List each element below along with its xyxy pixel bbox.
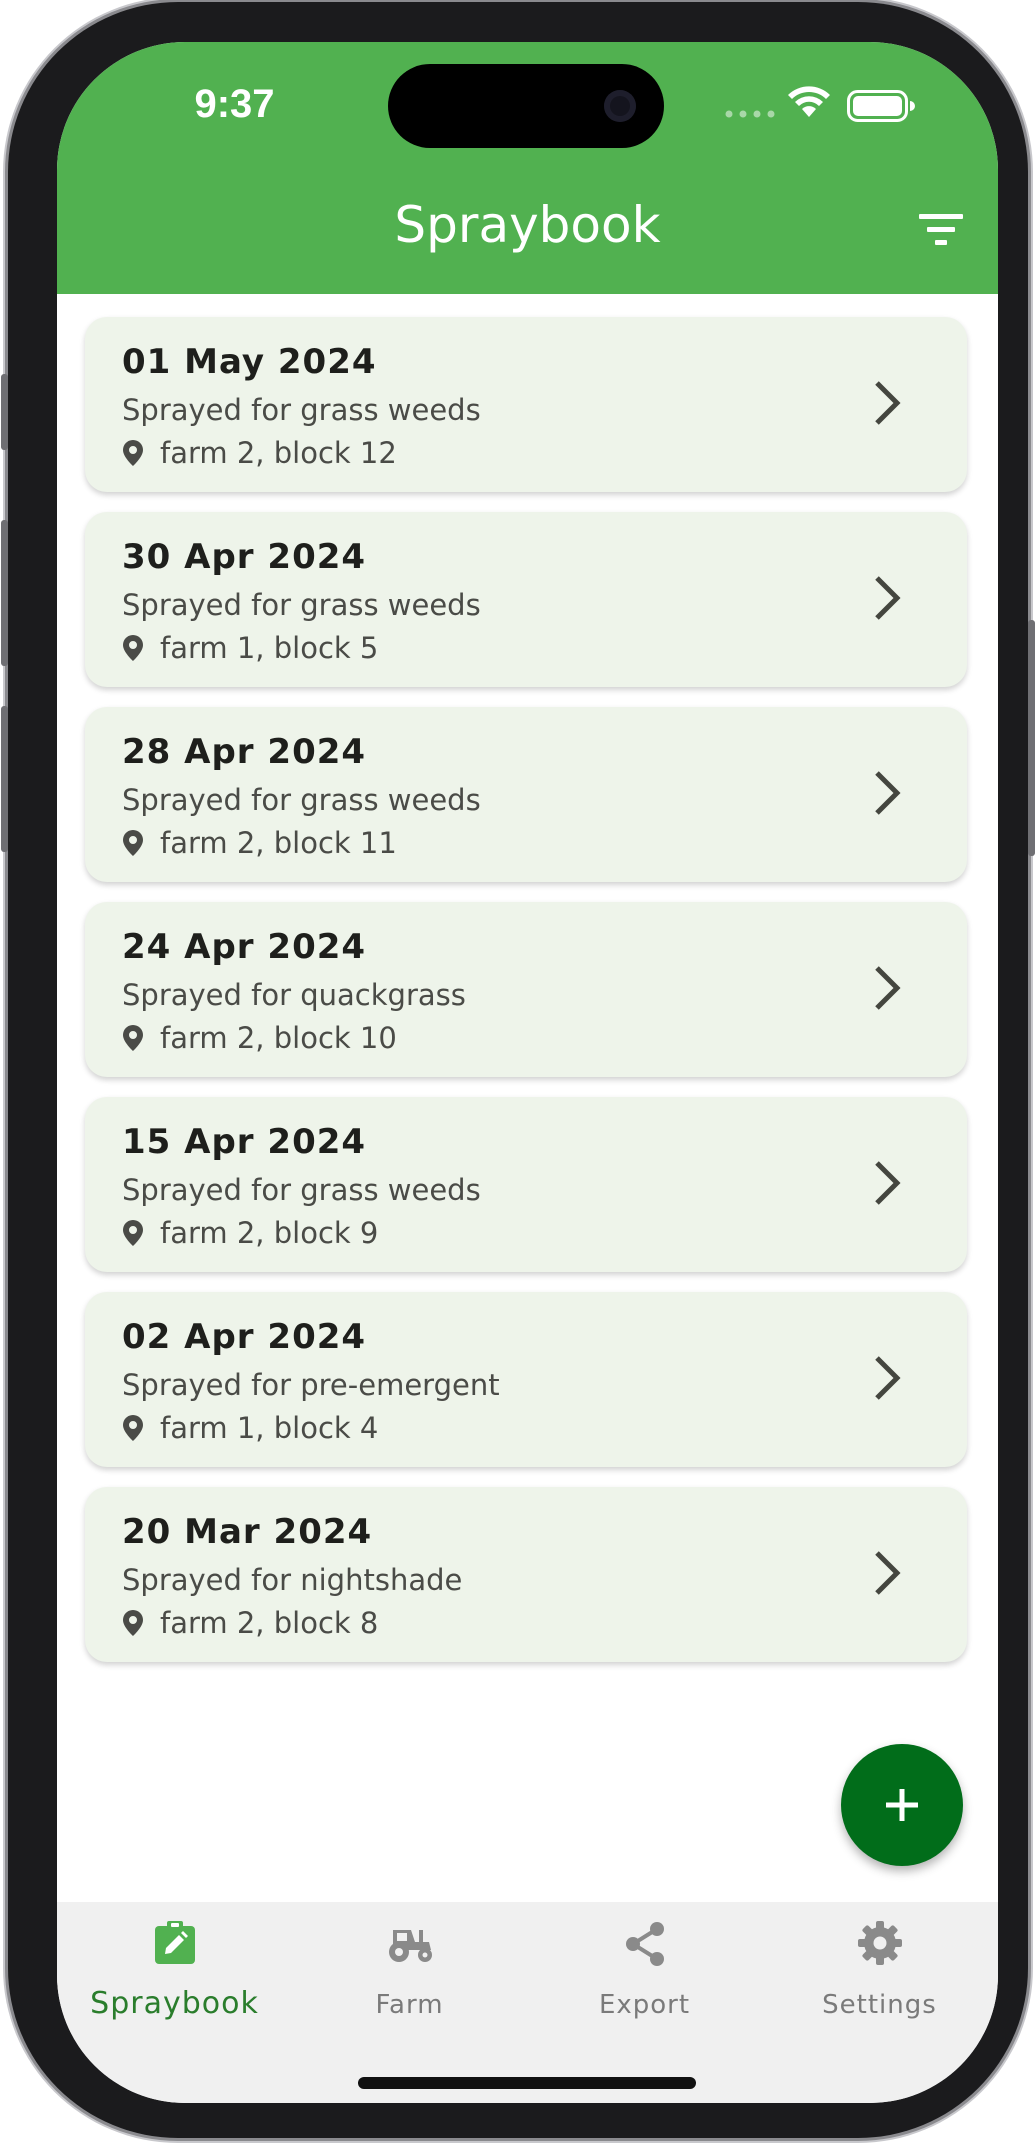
record-date: 20 Mar 2024 (122, 1512, 373, 1552)
nav-label: Export (598, 1990, 691, 2020)
location-pin-icon (123, 830, 143, 856)
nav-label: Farm (375, 1990, 444, 2020)
chevron-right-icon (875, 381, 901, 425)
volume-up-button (1, 520, 8, 666)
page-title: Spraybook (394, 196, 661, 254)
record-description: Sprayed for grass weeds (122, 393, 481, 427)
location-pin-icon (123, 1220, 143, 1246)
record-description: Sprayed for pre-emergent (122, 1368, 500, 1402)
action-button (1, 374, 8, 450)
record-location: farm 1, block 5 (122, 631, 378, 665)
record-location: farm 2, block 9 (122, 1216, 378, 1250)
nav-item-settings[interactable]: Settings (762, 1902, 997, 2042)
record-location-text: farm 2, block 10 (160, 1021, 397, 1055)
record-location-text: farm 1, block 5 (160, 631, 379, 665)
location-pin-icon (123, 1025, 143, 1051)
clipboard-edit-icon (154, 1921, 195, 1964)
record-location-text: farm 2, block 8 (160, 1606, 379, 1640)
spray-record-card[interactable]: 30 Apr 2024 Sprayed for grass weeds farm… (85, 512, 967, 687)
record-location: farm 1, block 4 (122, 1411, 378, 1445)
nav-label: Settings (822, 1990, 937, 2020)
tractor-icon (388, 1930, 432, 1962)
location-pin-icon (123, 440, 143, 466)
nav-item-export[interactable]: Export (527, 1902, 762, 2042)
location-pin-icon (123, 635, 143, 661)
spray-record-card[interactable]: 20 Mar 2024 Sprayed for nightshade farm … (85, 1487, 967, 1662)
chevron-right-icon (875, 1356, 901, 1400)
record-date: 24 Apr 2024 (122, 927, 367, 967)
record-location-text: farm 2, block 9 (160, 1216, 379, 1250)
spray-record-card[interactable]: 24 Apr 2024 Sprayed for quackgrass farm … (85, 902, 967, 1077)
record-date: 30 Apr 2024 (122, 537, 367, 577)
bottom-navigation: Spraybook Farm Export Settings (57, 1902, 998, 2103)
cellular-signal-icon (725, 110, 775, 118)
record-location-text: farm 2, block 11 (160, 826, 397, 860)
chevron-right-icon (875, 1161, 901, 1205)
spray-record-card[interactable]: 01 May 2024 Sprayed for grass weeds farm… (85, 317, 967, 492)
app-header: 9:37 Spraybook (57, 42, 998, 294)
camera-icon (604, 90, 636, 122)
spray-record-card[interactable]: 15 Apr 2024 Sprayed for grass weeds farm… (85, 1097, 967, 1272)
battery-icon (847, 90, 915, 122)
dynamic-island (388, 64, 664, 148)
chevron-right-icon (875, 576, 901, 620)
record-description: Sprayed for nightshade (122, 1563, 463, 1597)
record-location-text: farm 2, block 12 (160, 436, 397, 470)
spray-record-card[interactable]: 02 Apr 2024 Sprayed for pre-emergent far… (85, 1292, 967, 1467)
location-pin-icon (123, 1415, 143, 1441)
record-location-text: farm 1, block 4 (160, 1411, 379, 1445)
record-location: farm 2, block 8 (122, 1606, 378, 1640)
volume-down-button (1, 706, 8, 852)
gear-icon (857, 1921, 902, 1965)
power-button (1028, 620, 1035, 856)
record-location: farm 2, block 12 (122, 436, 397, 470)
chevron-right-icon (875, 771, 901, 815)
record-location: farm 2, block 11 (122, 826, 397, 860)
spray-record-card[interactable]: 28 Apr 2024 Sprayed for grass weeds farm… (85, 707, 967, 882)
filter-icon[interactable] (917, 210, 965, 250)
wifi-icon (788, 86, 830, 117)
record-location: farm 2, block 10 (122, 1021, 397, 1055)
plus-icon (886, 1789, 918, 1821)
home-indicator[interactable] (358, 2077, 696, 2089)
location-pin-icon (123, 1610, 143, 1636)
spray-record-list: 01 May 2024 Sprayed for grass weeds farm… (85, 317, 967, 1682)
add-record-button[interactable] (841, 1744, 963, 1866)
share-icon (625, 1922, 664, 1966)
nav-item-farm[interactable]: Farm (292, 1902, 527, 2042)
record-description: Sprayed for grass weeds (122, 588, 481, 622)
record-date: 28 Apr 2024 (122, 732, 367, 772)
record-description: Sprayed for grass weeds (122, 783, 481, 817)
nav-item-spraybook[interactable]: Spraybook (57, 1902, 292, 2042)
screen: 9:37 Spraybook 01 May 2024 Sprayed for g… (57, 42, 998, 2103)
record-description: Sprayed for grass weeds (122, 1173, 481, 1207)
status-time: 9:37 (194, 82, 275, 126)
record-date: 02 Apr 2024 (122, 1317, 367, 1357)
record-description: Sprayed for quackgrass (122, 978, 466, 1012)
chevron-right-icon (875, 966, 901, 1010)
nav-label: Spraybook (90, 1986, 259, 2021)
record-date: 15 Apr 2024 (122, 1122, 367, 1162)
record-date: 01 May 2024 (122, 342, 377, 382)
chevron-right-icon (875, 1551, 901, 1595)
phone-frame: 9:37 Spraybook 01 May 2024 Sprayed for g… (1, 2, 1035, 2138)
